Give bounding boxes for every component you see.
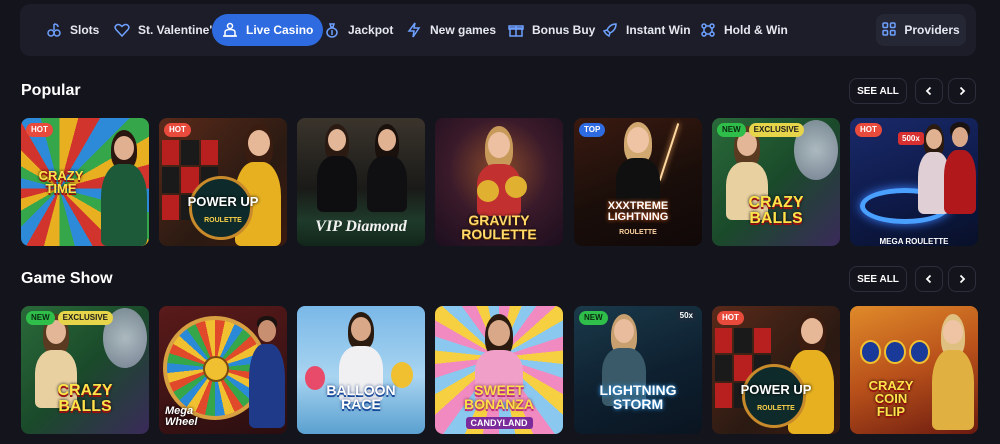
chevron-left-icon xyxy=(925,86,932,96)
multiplier-label: 500x xyxy=(898,132,924,145)
game-title: GRAVITY ROULETTE xyxy=(461,212,537,242)
nav-item-label: Hold & Win xyxy=(724,23,788,37)
gift-icon xyxy=(508,22,524,38)
next-button[interactable] xyxy=(948,78,976,104)
new-badge: NEW xyxy=(26,311,55,325)
nav-item-hold-win[interactable]: Hold & Win xyxy=(690,14,798,46)
section-title-game-show: Game Show xyxy=(21,270,113,287)
next-button[interactable] xyxy=(948,266,976,292)
providers-label: Providers xyxy=(904,23,960,37)
grid-icon xyxy=(882,21,897,39)
see-all-button[interactable]: SEE ALL xyxy=(849,78,907,104)
games-row-game-show: CRAZY BALLS NEW EXCLUSIVE Mega Wheel BAL… xyxy=(21,306,1000,434)
multiplier-label: 50x xyxy=(676,310,696,321)
nav-item-label: Slots xyxy=(70,23,100,37)
nav-item-new-games[interactable]: New games xyxy=(396,14,506,46)
game-card[interactable]: POWER UP ROULETTE HOT xyxy=(712,306,840,434)
nav-item-bonus-buy[interactable]: Bonus Buy xyxy=(498,14,605,46)
game-title: POWER UP xyxy=(187,194,259,209)
hot-badge: HOT xyxy=(855,123,882,137)
exclusive-badge: EXCLUSIVE xyxy=(748,123,805,137)
games-row-popular: CRAZY TIME HOT POWER UP ROULETTE HOT VIP… xyxy=(21,118,1000,246)
game-card[interactable]: VIP Diamond xyxy=(297,118,425,246)
top-badge: TOP xyxy=(579,123,606,137)
chevron-right-icon xyxy=(959,86,966,96)
exclusive-badge: EXCLUSIVE xyxy=(57,311,114,325)
hot-badge: HOT xyxy=(717,311,744,325)
lightning-icon xyxy=(406,22,422,38)
game-title: CRAZY COIN FLIP xyxy=(868,378,914,419)
game-card[interactable]: 500x MEGA ROULETTE HOT xyxy=(850,118,978,246)
game-subtitle: ROULETTE xyxy=(204,217,242,224)
chevron-right-icon xyxy=(959,274,966,284)
dealer-icon xyxy=(222,22,238,38)
game-card[interactable]: BALLOON RACE xyxy=(297,306,425,434)
category-navbar: Slots St. Valentine's Live Casino Jackpo… xyxy=(20,4,976,56)
game-card[interactable]: XXXTREME LIGHTNING ROULETTE TOP xyxy=(574,118,702,246)
game-card[interactable]: CRAZY TIME HOT xyxy=(21,118,149,246)
nav-item-jackpot[interactable]: Jackpot xyxy=(314,14,403,46)
nav-item-st-valentines[interactable]: St. Valentine's xyxy=(104,14,229,46)
game-card[interactable]: CRAZY COIN FLIP xyxy=(850,306,978,434)
game-title: SWEET BONANZA xyxy=(464,382,534,412)
prev-button[interactable] xyxy=(915,78,943,104)
game-card[interactable]: Mega Wheel xyxy=(159,306,287,434)
game-card[interactable]: SWEET BONANZA CANDYLAND xyxy=(435,306,563,434)
game-card[interactable]: CRAZY BALLS NEW EXCLUSIVE xyxy=(712,118,840,246)
game-title: CRAZY BALLS xyxy=(57,382,113,415)
new-badge: NEW xyxy=(717,123,746,137)
see-all-button[interactable]: SEE ALL xyxy=(849,266,907,292)
game-title: CRAZY TIME xyxy=(38,168,84,196)
game-title: Mega Wheel xyxy=(165,405,198,428)
nav-item-instant-win[interactable]: Instant Win xyxy=(592,14,701,46)
nav-item-label: Instant Win xyxy=(626,23,691,37)
new-badge: NEW xyxy=(579,311,608,325)
rocket-icon xyxy=(602,22,618,38)
heart-icon xyxy=(114,22,130,38)
game-title: VIP Diamond xyxy=(315,218,407,235)
game-subtitle: ROULETTE xyxy=(757,405,795,412)
nav-item-label: St. Valentine's xyxy=(138,23,219,37)
game-card[interactable]: 50x LIGHTNING STORM NEW xyxy=(574,306,702,434)
money-bag-icon xyxy=(324,22,340,38)
nav-item-slots[interactable]: Slots xyxy=(36,14,109,46)
game-title: CRAZY BALLS xyxy=(748,194,804,227)
nav-item-live-casino[interactable]: Live Casino xyxy=(212,14,324,46)
nav-item-label: Live Casino xyxy=(246,23,314,37)
nav-item-label: Jackpot xyxy=(348,23,394,37)
nav-item-label: Bonus Buy xyxy=(532,23,596,37)
game-card[interactable]: CRAZY BALLS NEW EXCLUSIVE xyxy=(21,306,149,434)
slots-icon xyxy=(46,22,62,38)
game-card[interactable]: POWER UP ROULETTE HOT xyxy=(159,118,287,246)
game-card[interactable]: GRAVITY ROULETTE xyxy=(435,118,563,246)
providers-button[interactable]: Providers xyxy=(876,14,966,46)
hot-badge: HOT xyxy=(26,123,53,137)
prev-button[interactable] xyxy=(915,266,943,292)
hot-badge: HOT xyxy=(164,123,191,137)
game-title: MEGA ROULETTE xyxy=(879,237,949,246)
game-title: LIGHTNING STORM xyxy=(599,382,677,412)
hold-win-icon xyxy=(700,22,716,38)
game-subtitle: CANDYLAND xyxy=(465,417,533,429)
chevron-left-icon xyxy=(925,274,932,284)
section-title-popular: Popular xyxy=(21,82,81,99)
game-title: BALLOON RACE xyxy=(326,382,396,412)
game-subtitle: ROULETTE xyxy=(619,229,657,236)
game-title: POWER UP xyxy=(740,382,812,397)
nav-item-label: New games xyxy=(430,23,497,37)
